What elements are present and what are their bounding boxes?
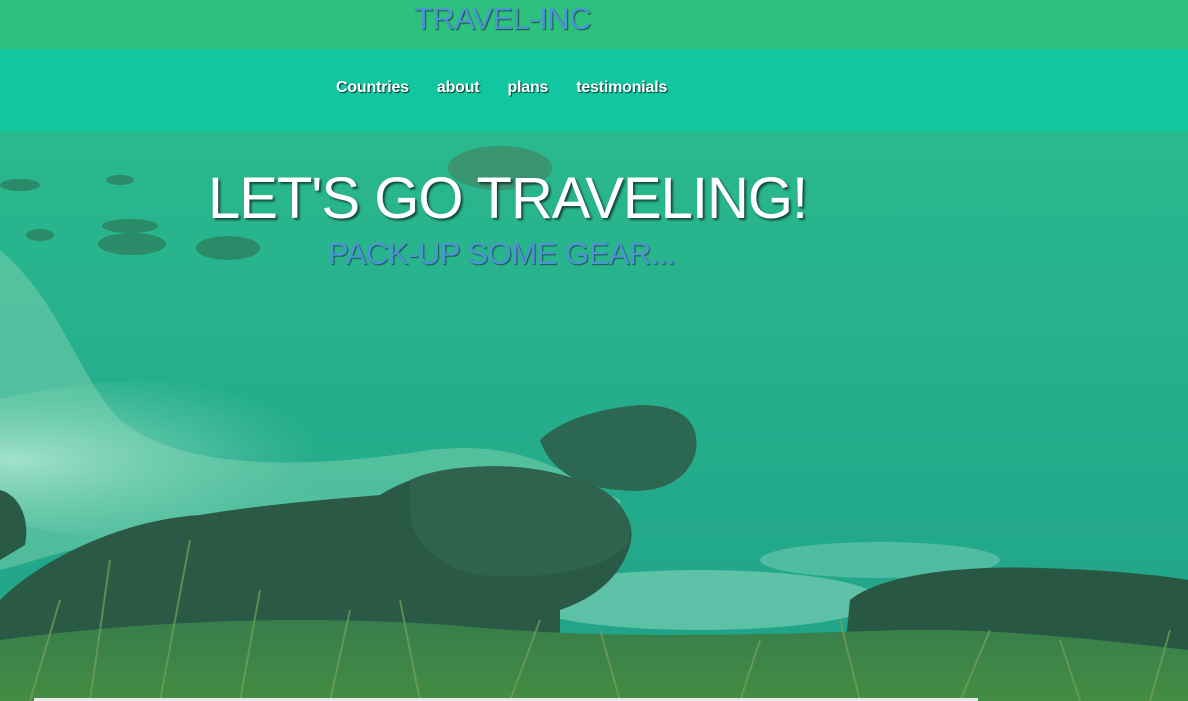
nav-item-about[interactable]: about xyxy=(437,79,480,97)
travel-landing-page: TRAVEL-INC Countries about plans testimo… xyxy=(0,0,1188,701)
nav-list: Countries about plans testimonials xyxy=(336,79,667,97)
nav-item-countries[interactable]: Countries xyxy=(336,79,409,97)
top-header: TRAVEL-INC xyxy=(0,0,1188,49)
nav-item-testimonials[interactable]: testimonials xyxy=(576,79,667,97)
nav-item-plans[interactable]: plans xyxy=(507,79,548,97)
hero-title: LET'S GO TRAVELING! xyxy=(208,166,808,231)
brand-logo-text[interactable]: TRAVEL-INC xyxy=(414,0,592,38)
hero-subtitle: PACK-UP SOME GEAR... xyxy=(328,236,676,271)
main-navigation: Countries about plans testimonials xyxy=(0,49,1188,132)
